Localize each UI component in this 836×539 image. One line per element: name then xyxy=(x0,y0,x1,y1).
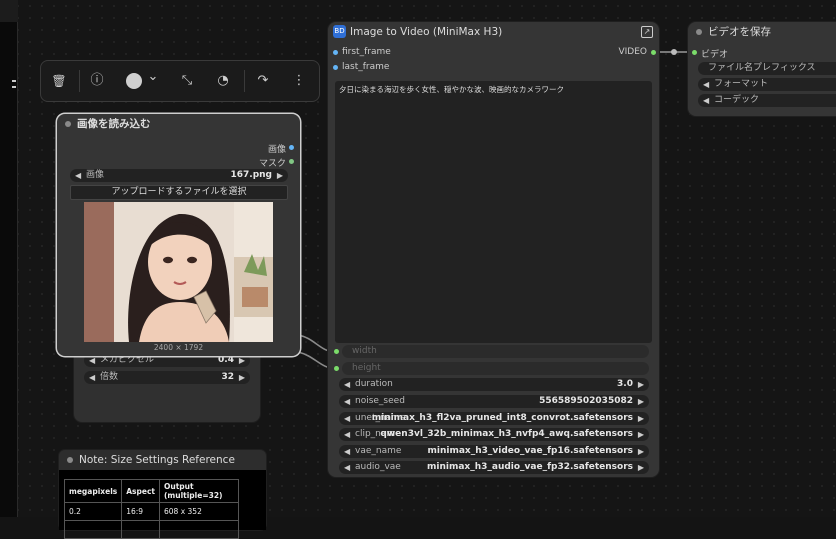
video-input-socket[interactable] xyxy=(692,50,697,55)
table-header-cell: Aspect xyxy=(121,479,160,503)
info-icon[interactable]: ⓘ xyxy=(89,73,105,89)
mask-output-socket[interactable] xyxy=(289,159,294,164)
table-cell: 16:9 xyxy=(121,502,160,521)
node-title-bar[interactable]: Note: Size Settings Reference xyxy=(59,450,266,470)
format-widget[interactable]: ◀ フォーマット xyxy=(698,78,836,91)
prompt-textarea[interactable]: 夕日に染まる海辺を歩く女性、穏やかな波、映画的なカメラワーク xyxy=(335,81,652,343)
video-output-socket[interactable] xyxy=(651,50,656,55)
last-frame-input-label: last_frame xyxy=(342,62,390,72)
unet-name-widget[interactable]: ◀ unet_name minimax_h3_fl2va_pruned_int8_c… xyxy=(339,412,649,425)
expand-icon[interactable]: ↗ xyxy=(641,26,653,38)
sidebar-panel xyxy=(0,22,18,517)
height-input-widget[interactable]: height xyxy=(342,362,649,375)
toolbar-divider xyxy=(244,70,245,92)
multiple-widget[interactable]: ◀ 倍数 32 ▶ xyxy=(84,371,250,384)
upload-button[interactable]: アップロードするファイルを選択 xyxy=(70,185,288,200)
vae-name-widget[interactable]: ◀ vae_name minimax_h3_video_vae_fp16.safet… xyxy=(339,445,649,458)
node-title-bar[interactable]: BD Image to Video (MiniMax H3) ↗ xyxy=(328,22,659,42)
node-title: Image to Video (MiniMax H3) xyxy=(350,26,503,38)
output-image-label: 画像 xyxy=(267,145,286,155)
table-cell: 608 x 352 xyxy=(159,502,239,521)
width-input-socket[interactable] xyxy=(334,349,339,354)
image-file-widget[interactable]: ◀ 画像 167.png ▶ xyxy=(70,169,288,182)
table-header-cell: Output (multiple=32) xyxy=(159,479,239,503)
color-picker-button[interactable] xyxy=(126,73,142,89)
image-output-socket[interactable] xyxy=(289,145,294,150)
sidebar-header xyxy=(0,0,18,23)
node-status-dot xyxy=(696,29,702,35)
image-dimensions: 2400 × 1792 xyxy=(153,343,204,352)
redo-icon[interactable]: ↷ xyxy=(255,73,271,89)
height-input-socket[interactable] xyxy=(334,366,339,371)
collapse-icon[interactable]: ⤡ xyxy=(179,73,195,89)
image-to-video-node[interactable]: BD Image to Video (MiniMax H3) ↗ first_f… xyxy=(328,22,659,477)
first-frame-input-label: first_frame xyxy=(342,47,391,57)
selection-toolbar: 🗑 ⓘ ⌄ ⤡ ◔ ↷ ⋮ xyxy=(40,60,320,102)
api-node-badge: BD xyxy=(333,25,346,38)
save-video-node[interactable]: ビデオを保存 ビデオ ファイル名プレフィックス ◀ フォーマット ◀ コーデック xyxy=(688,22,836,116)
first-frame-input-socket[interactable] xyxy=(333,50,338,55)
output-mask-label: マスク xyxy=(258,159,286,169)
filename-prefix-widget[interactable]: ファイル名プレフィックス xyxy=(698,62,836,75)
bypass-icon[interactable]: ◔ xyxy=(215,73,231,89)
node-title: 画像を読み込む xyxy=(77,118,151,130)
noise-seed-widget[interactable]: ◀ noise_seed 556589502035082 ▶ xyxy=(339,395,649,408)
more-icon[interactable]: ⋮ xyxy=(291,73,307,89)
note-title: Note: Size Settings Reference xyxy=(79,454,235,466)
audio-vae-widget[interactable]: ◀ audio_vae minimax_h3_audio_vae_fp32.safe… xyxy=(339,461,649,474)
size-reference-table: megapixels Aspect Output (multiple=32) 0… xyxy=(63,479,239,539)
node-title-bar[interactable]: 画像を読み込む xyxy=(57,114,300,134)
node-status-dot xyxy=(65,121,71,127)
table-row xyxy=(63,520,239,539)
image-preview xyxy=(84,202,273,342)
last-frame-input-socket[interactable] xyxy=(333,65,338,70)
table-header-row: megapixels Aspect Output (multiple=32) xyxy=(63,479,239,503)
node-status-dot xyxy=(67,457,73,463)
width-input-widget[interactable]: width xyxy=(342,345,649,358)
load-image-node[interactable]: 画像を読み込む 画像 マスク ◀ 画像 167.png ▶ アップロードするファイルを… xyxy=(57,114,300,356)
toolbar-divider xyxy=(79,70,80,92)
video-output-label: VIDEO xyxy=(618,47,647,57)
table-cell: 0.2 xyxy=(63,502,123,521)
table-row: 0.2 16:9 608 x 352 xyxy=(63,502,239,521)
clip-name-widget[interactable]: ◀ clip_name qwen3vl_32b_minimax_h3_nvfp4_a… xyxy=(339,428,649,441)
table-header-cell: megapixels xyxy=(63,479,123,503)
node-title: ビデオを保存 xyxy=(708,26,771,38)
delete-icon[interactable]: 🗑 xyxy=(51,73,67,89)
note-node[interactable]: Note: Size Settings Reference megapixels… xyxy=(59,450,266,539)
codec-widget[interactable]: ◀ コーデック xyxy=(698,94,836,107)
duration-widget[interactable]: ◀ duration 3.0 ▶ xyxy=(339,378,649,391)
video-input-label: ビデオ xyxy=(701,50,729,60)
node-title-bar[interactable]: ビデオを保存 xyxy=(688,22,836,42)
chevron-down-icon[interactable]: ⌄ xyxy=(145,69,161,85)
note-body: megapixels Aspect Output (multiple=32) 0… xyxy=(59,470,266,539)
